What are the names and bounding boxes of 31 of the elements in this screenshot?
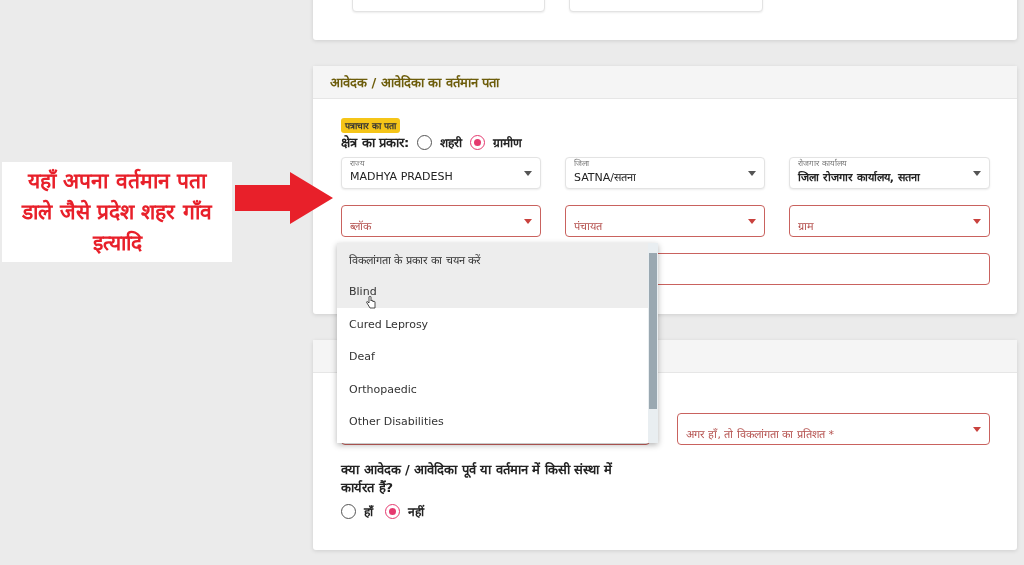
caret-icon: [973, 218, 981, 224]
field-label: रोजगार कार्यालय: [796, 159, 849, 168]
select-field[interactable]: राज्य MADHYA PRADESH: [341, 157, 541, 189]
menu-item[interactable]: Blind: [337, 275, 648, 308]
field-label: जिला: [572, 159, 591, 168]
menu-item[interactable]: विकलांगता के प्रकार का चयन करें: [337, 243, 648, 276]
caret-icon: [524, 170, 532, 176]
annotation-text: यहाँ अपना वर्तमान पता डाले जैसे प्रदेश शहर गाँव इत्यादि: [2, 162, 232, 262]
field-label: क्षेत्र का प्रकार:: [341, 134, 410, 151]
question-text: क्या आवेदक / आवेदिका पूर्व या वर्तमान में किसी संस्था में कार्यरत हैं?: [341, 461, 614, 497]
hand-cursor-icon: [366, 296, 376, 309]
arrow-icon: [235, 172, 333, 224]
select-field[interactable]: जिला SATNA/सतना: [565, 157, 765, 189]
radio-option[interactable]: ग्रामीण: [470, 133, 523, 151]
caret-icon: [973, 170, 981, 176]
scrollbar[interactable]: [648, 243, 658, 443]
select-field[interactable]: ग्राम: [789, 205, 990, 237]
field-label: राज्य: [348, 159, 367, 168]
caret-icon: [748, 218, 756, 224]
card-title: आवेदक / आवेदिका का वर्तमान पता: [313, 66, 1017, 99]
select-field[interactable]: रोजगार कार्यालय जिला रोजगार कार्यालय, सतना: [789, 157, 990, 189]
select-field[interactable]: पंचायत: [565, 205, 765, 237]
select-field[interactable]: अगर हाँ, तो विकलांगता का प्रतिशत *: [677, 413, 990, 445]
caret-icon: [973, 426, 981, 432]
radio-option[interactable]: हाँ: [341, 503, 373, 520]
caret-icon: [748, 170, 756, 176]
caret-icon: [524, 218, 532, 224]
select-field[interactable]: ब्लॉक: [341, 205, 541, 237]
radio-option[interactable]: नहीं: [385, 503, 424, 520]
badge: पत्राचार का पता: [341, 118, 401, 133]
radio-option[interactable]: शहरी: [417, 133, 463, 151]
